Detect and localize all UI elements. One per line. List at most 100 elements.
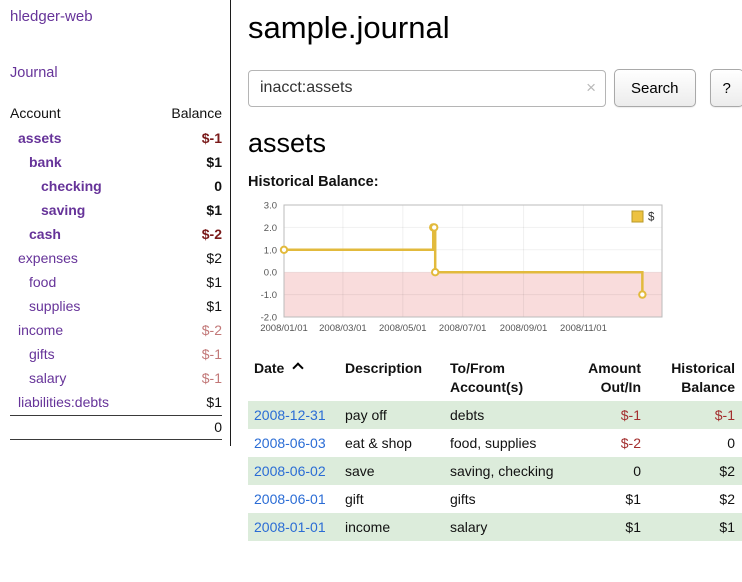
transaction-description: save (345, 457, 450, 485)
svg-text:2008/07/01: 2008/07/01 (439, 323, 487, 334)
clear-search-icon[interactable]: × (586, 77, 596, 99)
account-balance: 0 (214, 174, 222, 198)
account-balance: $-1 (202, 366, 222, 390)
account-link[interactable]: saving (41, 198, 85, 222)
total-balance: 0 (214, 419, 222, 435)
amount-header-line2: Out/In (558, 378, 641, 397)
description-header-label: Description (345, 359, 450, 378)
account-link[interactable]: gifts (29, 342, 55, 366)
transaction-description: eat & shop (345, 429, 450, 457)
account-link[interactable]: supplies (29, 294, 80, 318)
register-header: Date Description To/From Account(s) Amou… (248, 357, 742, 401)
search-button[interactable]: Search (614, 69, 696, 107)
account-link[interactable]: expenses (18, 246, 78, 270)
account-link[interactable]: cash (29, 222, 61, 246)
main-content: sample.journal × Search ? assets Histori… (231, 0, 742, 582)
register-row: 2008-06-01giftgifts$1$2 (248, 485, 742, 513)
register-table: Date Description To/From Account(s) Amou… (248, 357, 742, 541)
transaction-balance: $-1 (645, 401, 742, 429)
account-row: assets $-1 (10, 126, 222, 150)
account-row: cash $-2 (10, 222, 222, 246)
search-bar: × Search ? (248, 69, 742, 107)
transaction-accounts: food, supplies (450, 429, 558, 457)
account-balance: $1 (206, 270, 222, 294)
register-row: 2008-12-31pay offdebts$-1$-1 (248, 401, 742, 429)
account-balance: $-1 (202, 126, 222, 150)
chart-title: Historical Balance: (248, 174, 742, 190)
transaction-amount: $-1 (558, 401, 645, 429)
amount-header-line1: Amount (558, 359, 641, 378)
account-row: bank$1 (10, 150, 222, 174)
register-row: 2008-01-01incomesalary$1$1 (248, 513, 742, 541)
account-link[interactable]: income (18, 318, 63, 342)
account-link[interactable]: assets (18, 126, 62, 150)
search-input[interactable] (248, 70, 606, 107)
account-column-header: Account (10, 105, 61, 121)
svg-text:2008/09/01: 2008/09/01 (500, 323, 548, 334)
account-balance: $2 (206, 246, 222, 270)
app-title-link[interactable]: hledger-web (10, 8, 222, 25)
account-row: liabilities:debts$1 (10, 390, 222, 414)
register-body: 2008-12-31pay offdebts$-1$-12008-06-03ea… (248, 401, 742, 541)
column-header-accounts: To/From Account(s) (450, 357, 558, 397)
account-balance: $1 (206, 198, 222, 222)
account-balance: $-1 (202, 342, 222, 366)
column-header-date[interactable]: Date (248, 357, 345, 397)
transaction-accounts: salary (450, 513, 558, 541)
page-title: sample.journal (248, 10, 742, 46)
account-balance: $1 (206, 294, 222, 318)
svg-text:2.0: 2.0 (264, 223, 277, 234)
account-row: checking 0 (10, 174, 222, 198)
transaction-date-cell: 2008-06-02 (248, 457, 345, 485)
transaction-date-cell: 2008-12-31 (248, 401, 345, 429)
transaction-date-cell: 2008-06-01 (248, 485, 345, 513)
account-row: income $-2 (10, 318, 222, 342)
account-row: food $1 (10, 270, 222, 294)
transaction-amount: $1 (558, 485, 645, 513)
account-link[interactable]: bank (29, 150, 62, 174)
account-row: saving $1 (10, 198, 222, 222)
transaction-accounts: debts (450, 401, 558, 429)
svg-text:-2.0: -2.0 (261, 313, 277, 324)
accounts-total-row: 0 (10, 415, 222, 440)
balance-header-line2: Balance (645, 378, 735, 397)
balance-header-line1: Historical (645, 359, 735, 378)
transaction-date-link[interactable]: 2008-06-01 (254, 491, 326, 507)
help-button[interactable]: ? (710, 69, 742, 107)
transaction-balance: $1 (645, 513, 742, 541)
transaction-date-link[interactable]: 2008-06-02 (254, 463, 326, 479)
transaction-date-link[interactable]: 2008-01-01 (254, 519, 326, 535)
transaction-description: pay off (345, 401, 450, 429)
column-header-amount: Amount Out/In (558, 357, 645, 397)
transaction-amount: 0 (558, 457, 645, 485)
account-row: supplies $1 (10, 294, 222, 318)
svg-text:$: $ (648, 212, 655, 224)
svg-text:-1.0: -1.0 (261, 290, 277, 301)
svg-text:0.0: 0.0 (264, 268, 277, 279)
search-input-wrap: × (248, 70, 606, 107)
nav-journal-link[interactable]: Journal (10, 65, 222, 81)
sidebar-accounts: assets$-1bank$1checking0saving$1cash$-2e… (10, 126, 222, 414)
transaction-date-link[interactable]: 2008-06-03 (254, 435, 326, 451)
transaction-date-cell: 2008-01-01 (248, 513, 345, 541)
account-balance: $-2 (202, 318, 222, 342)
account-row: gifts $-1 (10, 342, 222, 366)
transaction-date-cell: 2008-06-03 (248, 429, 345, 457)
svg-text:2008/01/01: 2008/01/01 (260, 323, 308, 334)
transaction-accounts: saving, checking (450, 457, 558, 485)
account-balance: $-2 (202, 222, 222, 246)
transaction-description: income (345, 513, 450, 541)
transaction-accounts: gifts (450, 485, 558, 513)
account-link[interactable]: food (29, 270, 56, 294)
account-link[interactable]: liabilities:debts (18, 390, 109, 414)
date-header-label: Date (254, 360, 284, 376)
transaction-date-link[interactable]: 2008-12-31 (254, 407, 326, 423)
column-header-balance: Historical Balance (645, 357, 742, 397)
transaction-balance: $2 (645, 457, 742, 485)
transaction-amount: $-2 (558, 429, 645, 457)
account-link[interactable]: salary (29, 366, 66, 390)
balance-column-header: Balance (171, 105, 222, 121)
balance-chart: 3.02.01.00.0-1.0-2.02008/01/012008/03/01… (248, 197, 672, 337)
account-link[interactable]: checking (41, 174, 102, 198)
sidebar: hledger-web Journal Account Balance asse… (0, 0, 231, 446)
